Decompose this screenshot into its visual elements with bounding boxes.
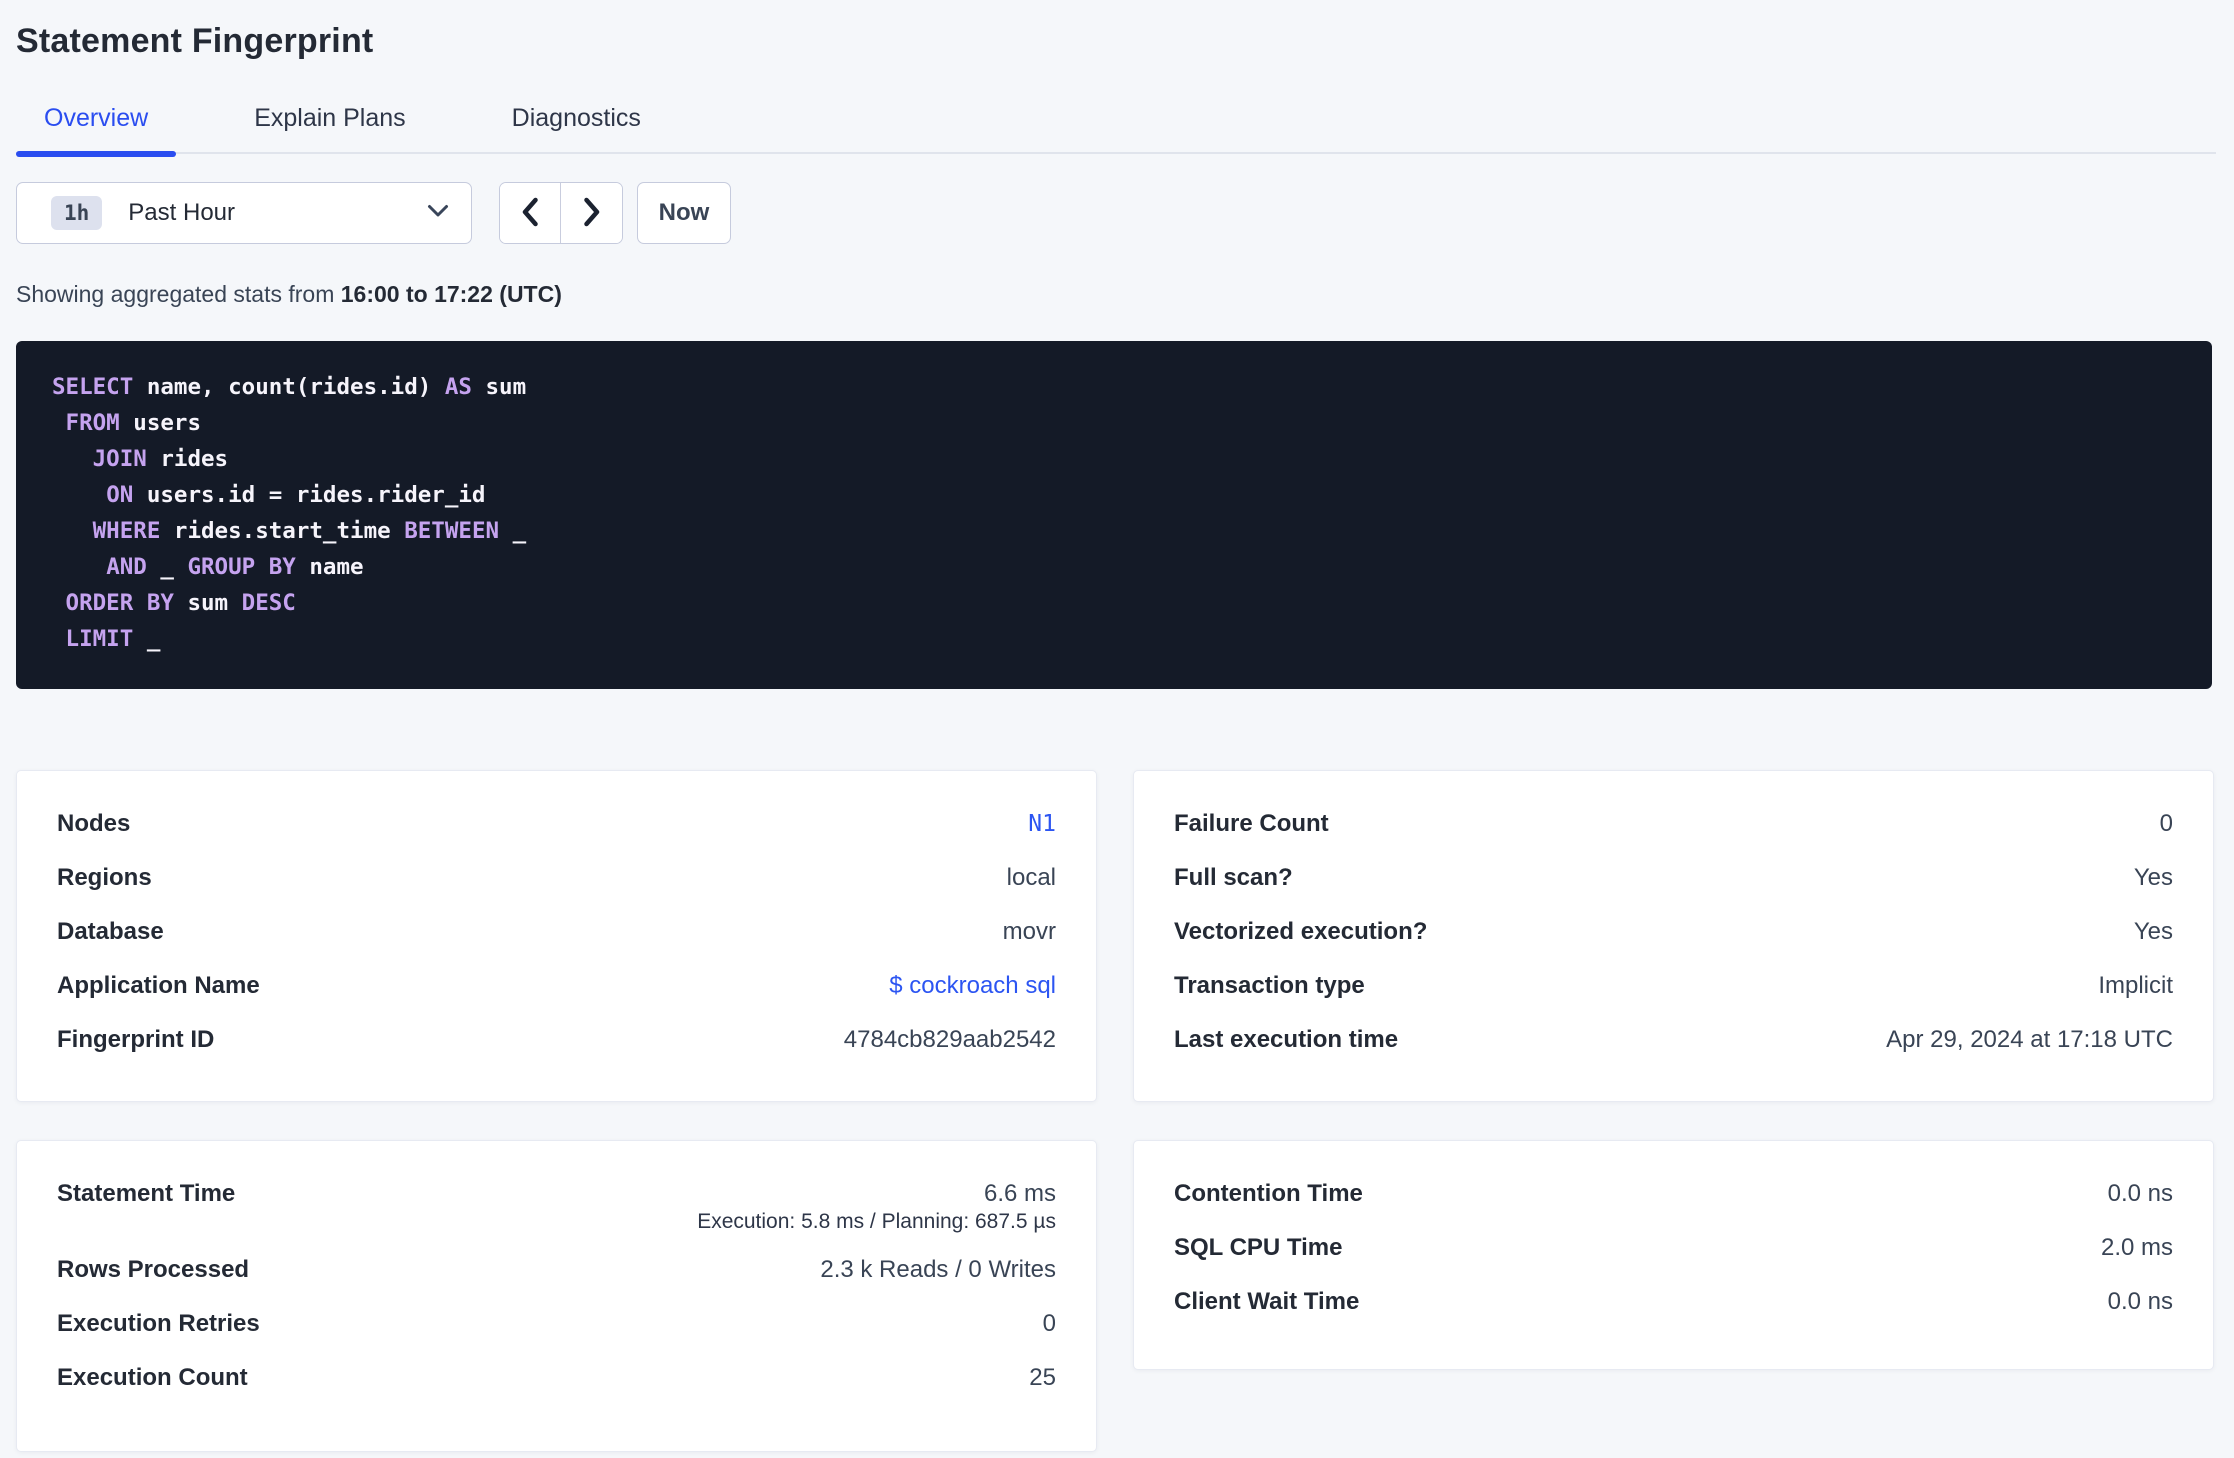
tab-overview[interactable]: Overview [16, 88, 177, 157]
stat-row: Full scan? Yes [1174, 851, 2173, 905]
stat-value: 2.3 k Reads / 0 Writes [820, 1256, 1056, 1283]
aggregated-stats-text: Showing aggregated stats from 16:00 to 1… [16, 281, 562, 308]
tab-bar: Overview Explain Plans Diagnostics [16, 88, 2216, 157]
sql-line: SELECT name, count(rides.id) AS sum [52, 374, 527, 400]
stat-value: Implicit [2098, 972, 2173, 999]
time-range-label: Past Hour [128, 199, 236, 226]
sql-line: JOIN rides [92, 446, 229, 472]
stat-value: 0.0 ns [2107, 1180, 2173, 1207]
stat-row: Execution Retries 0 [57, 1297, 1056, 1351]
time-range-selector[interactable]: 1h Past Hour [16, 182, 472, 244]
stat-value-link[interactable]: $ cockroach sql [889, 972, 1056, 1000]
stat-value: 0 [1042, 1310, 1056, 1337]
stat-label: Full scan? [1174, 864, 1293, 891]
stat-label: Execution Retries [57, 1310, 260, 1337]
stat-label: Database [57, 918, 164, 945]
stat-label: Fingerprint ID [57, 1026, 215, 1053]
sql-line: ON users.id = rides.rider_id [106, 482, 486, 508]
stat-row: Contention Time 0.0 ns [1174, 1167, 2173, 1221]
stat-value: 4784cb829aab2542 [843, 1026, 1056, 1053]
stat-value: 2.0 ms [2100, 1234, 2173, 1261]
stat-label: Execution Count [57, 1364, 248, 1391]
sql-line: WHERE rides.start_time BETWEEN _ [92, 518, 527, 544]
time-controls: 1h Past Hour Now [16, 182, 731, 244]
stat-label: Regions [57, 864, 152, 891]
stat-row: Last execution time Apr 29, 2024 at 17:18… [1174, 1013, 2173, 1067]
stat-label: Statement Time [57, 1180, 236, 1207]
stat-label: Rows Processed [57, 1256, 250, 1283]
stat-row: Nodes N1 [57, 797, 1056, 851]
timing-card-right: Contention Time 0.0 ns SQL CPU Time 2.0 ms C… [1133, 1140, 2214, 1370]
time-step-buttons [499, 182, 623, 244]
stat-value: Yes [2133, 864, 2173, 891]
stat-value: movr [1002, 918, 1056, 945]
stat-row: Database movr [57, 905, 1056, 959]
stat-value: Apr 29, 2024 at 17:18 UTC [1886, 1026, 2173, 1053]
page-title: Statement Fingerprint [16, 22, 374, 60]
sql-code: SELECT name, count(rides.id) AS sum FROM… [52, 369, 2176, 657]
stat-value: 0.0 ns [2107, 1288, 2173, 1315]
stat-row: Execution Count 25 [57, 1351, 1056, 1405]
stat-label: Failure Count [1174, 810, 1329, 837]
stat-row: Client Wait Time 0.0 ns [1174, 1275, 2173, 1329]
time-range-badge: 1h [51, 196, 103, 230]
now-button[interactable]: Now [637, 182, 731, 244]
stat-value: local [1006, 864, 1056, 891]
tab-diagnostics[interactable]: Diagnostics [484, 88, 669, 155]
chevron-right-icon [582, 196, 602, 231]
stat-value: 6.6 ms [983, 1180, 1056, 1207]
sql-line: FROM users [65, 410, 202, 436]
timing-card-left: Statement Time 6.6 ms Execution: 5.8 ms / … [16, 1140, 1097, 1452]
sql-line: LIMIT _ [65, 626, 161, 652]
sql-statement-box: SELECT name, count(rides.id) AS sum FROM… [16, 341, 2212, 689]
stat-value: 25 [1029, 1364, 1056, 1391]
stat-row: Vectorized execution? Yes [1174, 905, 2173, 959]
prev-time-button[interactable] [500, 183, 561, 243]
stat-row: Application Name $ cockroach sql [57, 959, 1056, 1013]
sql-line: ORDER BY sum DESC [65, 590, 296, 616]
stats-range: 16:00 to 17:22 (UTC) [340, 281, 562, 307]
stat-subvalue: Execution: 5.8 ms / Planning: 687.5 µs [697, 1210, 1056, 1233]
stat-row: Failure Count 0 [1174, 797, 2173, 851]
stat-label: Vectorized execution? [1174, 918, 1428, 945]
overview-card-right: Failure Count 0 Full scan? Yes Vectorized ex… [1133, 770, 2214, 1102]
tab-explain-plans[interactable]: Explain Plans [226, 88, 433, 155]
stats-prefix: Showing aggregated stats from [16, 281, 341, 307]
stat-row: Regions local [57, 851, 1056, 905]
stat-value: 0 [2159, 810, 2173, 837]
stat-label: Nodes [57, 810, 131, 837]
chevron-down-icon [427, 204, 449, 223]
stat-value-link[interactable]: N1 [1028, 811, 1056, 837]
stat-row: Fingerprint ID 4784cb829aab2542 [57, 1013, 1056, 1067]
overview-card-left: Nodes N1 Regions local Database movr Applicati… [16, 770, 1097, 1102]
stat-label: Client Wait Time [1174, 1288, 1360, 1315]
stat-row: SQL CPU Time 2.0 ms [1174, 1221, 2173, 1275]
next-time-button[interactable] [561, 183, 622, 243]
stat-row: Transaction type Implicit [1174, 959, 2173, 1013]
chevron-left-icon [520, 196, 540, 231]
stat-value: Yes [2133, 918, 2173, 945]
stat-label: Contention Time [1174, 1180, 1363, 1207]
sql-line: AND _ GROUP BY name [106, 554, 364, 580]
stat-label: Transaction type [1174, 972, 1365, 999]
stat-label: Last execution time [1174, 1026, 1399, 1053]
stat-label: Application Name [57, 972, 260, 999]
stat-label: SQL CPU Time [1174, 1234, 1343, 1261]
stat-row: Rows Processed 2.3 k Reads / 0 Writes [57, 1243, 1056, 1297]
